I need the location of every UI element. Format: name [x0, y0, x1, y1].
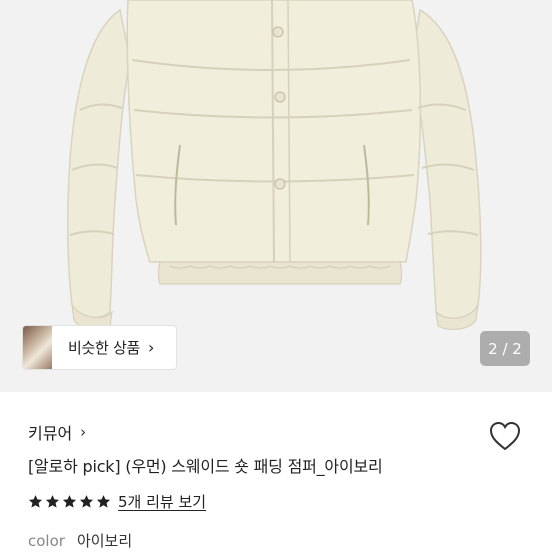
chevron-right-icon: ›	[80, 423, 87, 441]
product-title: [알로하 pick] (우먼) 스웨이드 숏 패딩 점퍼_아이보리	[28, 457, 383, 476]
rating-row: 5개 리뷰 보기	[28, 489, 206, 513]
chevron-right-icon: ›	[147, 338, 155, 357]
color-value: 아이보리	[76, 532, 133, 550]
brand-name: 키뮤어	[28, 424, 73, 443]
star-icon	[45, 494, 60, 508]
view-reviews-link[interactable]: 5개 리뷰 보기	[118, 491, 206, 512]
color-key-label: color	[28, 532, 65, 550]
similar-products-button[interactable]: 비슷한 상품 ›	[22, 325, 177, 370]
product-image-area[interactable]: 비슷한 상품 › 2 / 2	[0, 0, 552, 392]
similar-products-label: 비슷한 상품	[68, 339, 140, 357]
similar-product-thumbnail	[23, 326, 52, 369]
star-icon	[28, 494, 43, 508]
image-pager-indicator: 2 / 2	[480, 331, 530, 366]
star-icon	[79, 494, 94, 508]
star-icon	[96, 494, 111, 508]
color-attribute: color 아이보리	[28, 530, 132, 551]
brand-link[interactable]: 키뮤어 ›	[28, 420, 86, 444]
star-rating	[28, 494, 111, 509]
star-icon	[62, 494, 77, 508]
heart-icon[interactable]	[488, 420, 522, 452]
